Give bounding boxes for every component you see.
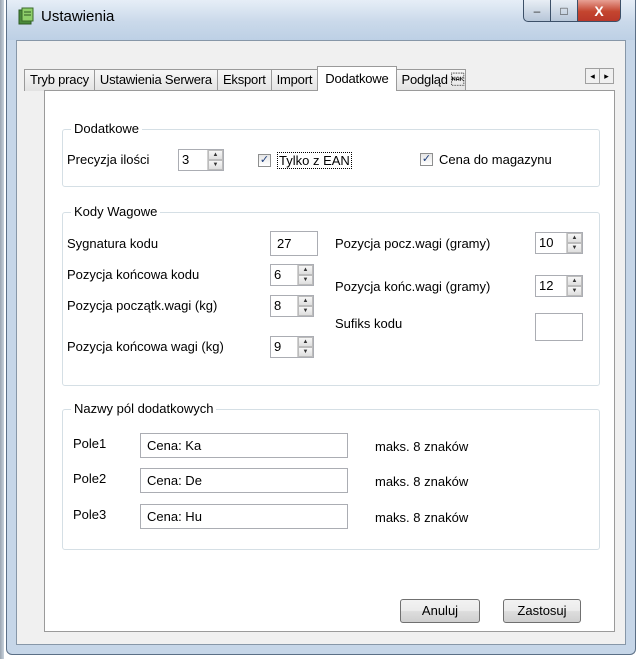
spin-up-icon[interactable]: ▲ xyxy=(208,150,223,160)
koncowa-wagi-value[interactable]: 9 xyxy=(271,337,297,357)
sygnatura-label: Sygnatura kodu xyxy=(67,236,159,251)
spin-up-icon[interactable]: ▲ xyxy=(567,233,582,243)
tab-ustawienia-serwera[interactable]: Ustawienia Serwera xyxy=(93,69,218,91)
group-kody-title: Kody Wagowe xyxy=(71,204,161,219)
sufiks-label: Sufiks kodu xyxy=(335,316,403,331)
cena-checkbox-label: Cena do magazynu xyxy=(439,152,552,167)
spin-down-icon[interactable]: ▼ xyxy=(567,243,582,253)
tab-scroll-buttons: ◂ ▸ xyxy=(585,68,614,84)
konc-gramy-value[interactable]: 12 xyxy=(536,276,566,296)
checkbox-check-icon[interactable]: ✓ xyxy=(420,153,433,166)
apply-button[interactable]: Zastosuj xyxy=(503,599,581,623)
minimize-button[interactable]: – xyxy=(523,0,551,22)
group-dodatkowe-title: Dodatkowe xyxy=(71,121,143,136)
pocz-gramy-value[interactable]: 10 xyxy=(536,233,566,253)
pole2-input[interactable]: Cena: De xyxy=(140,468,348,493)
tab-eksport[interactable]: Eksport xyxy=(216,69,272,91)
spin-down-icon[interactable]: ▼ xyxy=(567,286,582,296)
spin-down-icon[interactable]: ▼ xyxy=(298,347,313,357)
ean-checkbox[interactable]: ✓ Tylko z EAN xyxy=(258,152,352,169)
spin-down-icon[interactable]: ▼ xyxy=(298,275,313,285)
koncowa-wagi-label: Pozycja końcowa wagi (kg) xyxy=(67,339,224,354)
pole1-hint: maks. 8 znaków xyxy=(375,439,469,454)
tab-panel-dodatkowe: Dodatkowe Precyzja ilości 3 ▲ ▼ ✓ Tylko z… xyxy=(44,90,615,632)
spin-down-icon[interactable]: ▼ xyxy=(208,160,223,170)
poczatk-wagi-value[interactable]: 8 xyxy=(271,296,297,316)
tab-scroll-right-icon[interactable]: ▸ xyxy=(599,68,614,84)
window-title: Ustawienia xyxy=(41,8,115,25)
pole3-label: Pole3 xyxy=(73,507,107,522)
tab-strip: Tryb pracy Ustawienia Serwera Eksport Im… xyxy=(24,66,466,91)
tab-scroll-left-icon[interactable]: ◂ xyxy=(585,68,600,84)
pocz-gramy-stepper[interactable]: 10 ▲ ▼ xyxy=(535,232,583,254)
poczatk-wagi-label: Pozycja początk.wagi (kg) xyxy=(67,298,218,313)
cena-checkbox[interactable]: ✓ Cena do magazynu xyxy=(420,152,552,167)
close-button[interactable]: X xyxy=(577,0,621,22)
tab-tryb-pracy[interactable]: Tryb pracy xyxy=(24,69,95,91)
window-edge xyxy=(0,0,4,659)
pocz-gramy-label: Pozycja pocz.wagi (gramy) xyxy=(335,236,491,251)
pole1-label: Pole1 xyxy=(73,436,107,451)
koncowa-wagi-stepper[interactable]: 9 ▲ ▼ xyxy=(270,336,314,358)
konc-gramy-stepper[interactable]: 12 ▲ ▼ xyxy=(535,275,583,297)
precision-value[interactable]: 3 xyxy=(179,150,207,170)
spin-down-icon[interactable]: ▼ xyxy=(298,306,313,316)
app-icon xyxy=(18,7,34,25)
maximize-button[interactable]: □ xyxy=(550,0,578,22)
pole2-hint: maks. 8 znaków xyxy=(375,474,469,489)
pole2-label: Pole2 xyxy=(73,471,107,486)
sygnatura-input[interactable]: 27 xyxy=(270,231,318,256)
tab-podglad[interactable]: Podgląd  xyxy=(395,69,466,91)
pole1-input[interactable]: Cena: Ka xyxy=(140,433,348,458)
checkbox-check-icon[interactable]: ✓ xyxy=(258,154,271,167)
poczatk-wagi-stepper[interactable]: 8 ▲ ▼ xyxy=(270,295,314,317)
tab-import[interactable]: Import xyxy=(270,69,319,91)
precision-label: Precyzja ilości xyxy=(67,152,150,167)
koncowa-kodu-stepper[interactable]: 6 ▲ ▼ xyxy=(270,264,314,286)
koncowa-kodu-label: Pozycja końcowa kodu xyxy=(67,267,200,282)
pole3-hint: maks. 8 znaków xyxy=(375,510,469,525)
precision-stepper[interactable]: 3 ▲ ▼ xyxy=(178,149,224,171)
koncowa-kodu-value[interactable]: 6 xyxy=(271,265,297,285)
spin-up-icon[interactable]: ▲ xyxy=(298,296,313,306)
sufiks-input[interactable] xyxy=(535,313,583,341)
tab-dodatkowe[interactable]: Dodatkowe xyxy=(317,66,397,91)
spin-up-icon[interactable]: ▲ xyxy=(298,337,313,347)
cancel-button[interactable]: Anuluj xyxy=(400,599,480,623)
title-bar[interactable]: Ustawienia – □ X xyxy=(7,0,635,40)
konc-gramy-label: Pozycja końc.wagi (gramy) xyxy=(335,279,491,294)
spin-up-icon[interactable]: ▲ xyxy=(567,276,582,286)
spin-up-icon[interactable]: ▲ xyxy=(298,265,313,275)
ean-checkbox-label: Tylko z EAN xyxy=(277,152,352,169)
group-nazwy-title: Nazwy pól dodatkowych xyxy=(71,401,217,416)
pole3-input[interactable]: Cena: Hu xyxy=(140,504,348,529)
